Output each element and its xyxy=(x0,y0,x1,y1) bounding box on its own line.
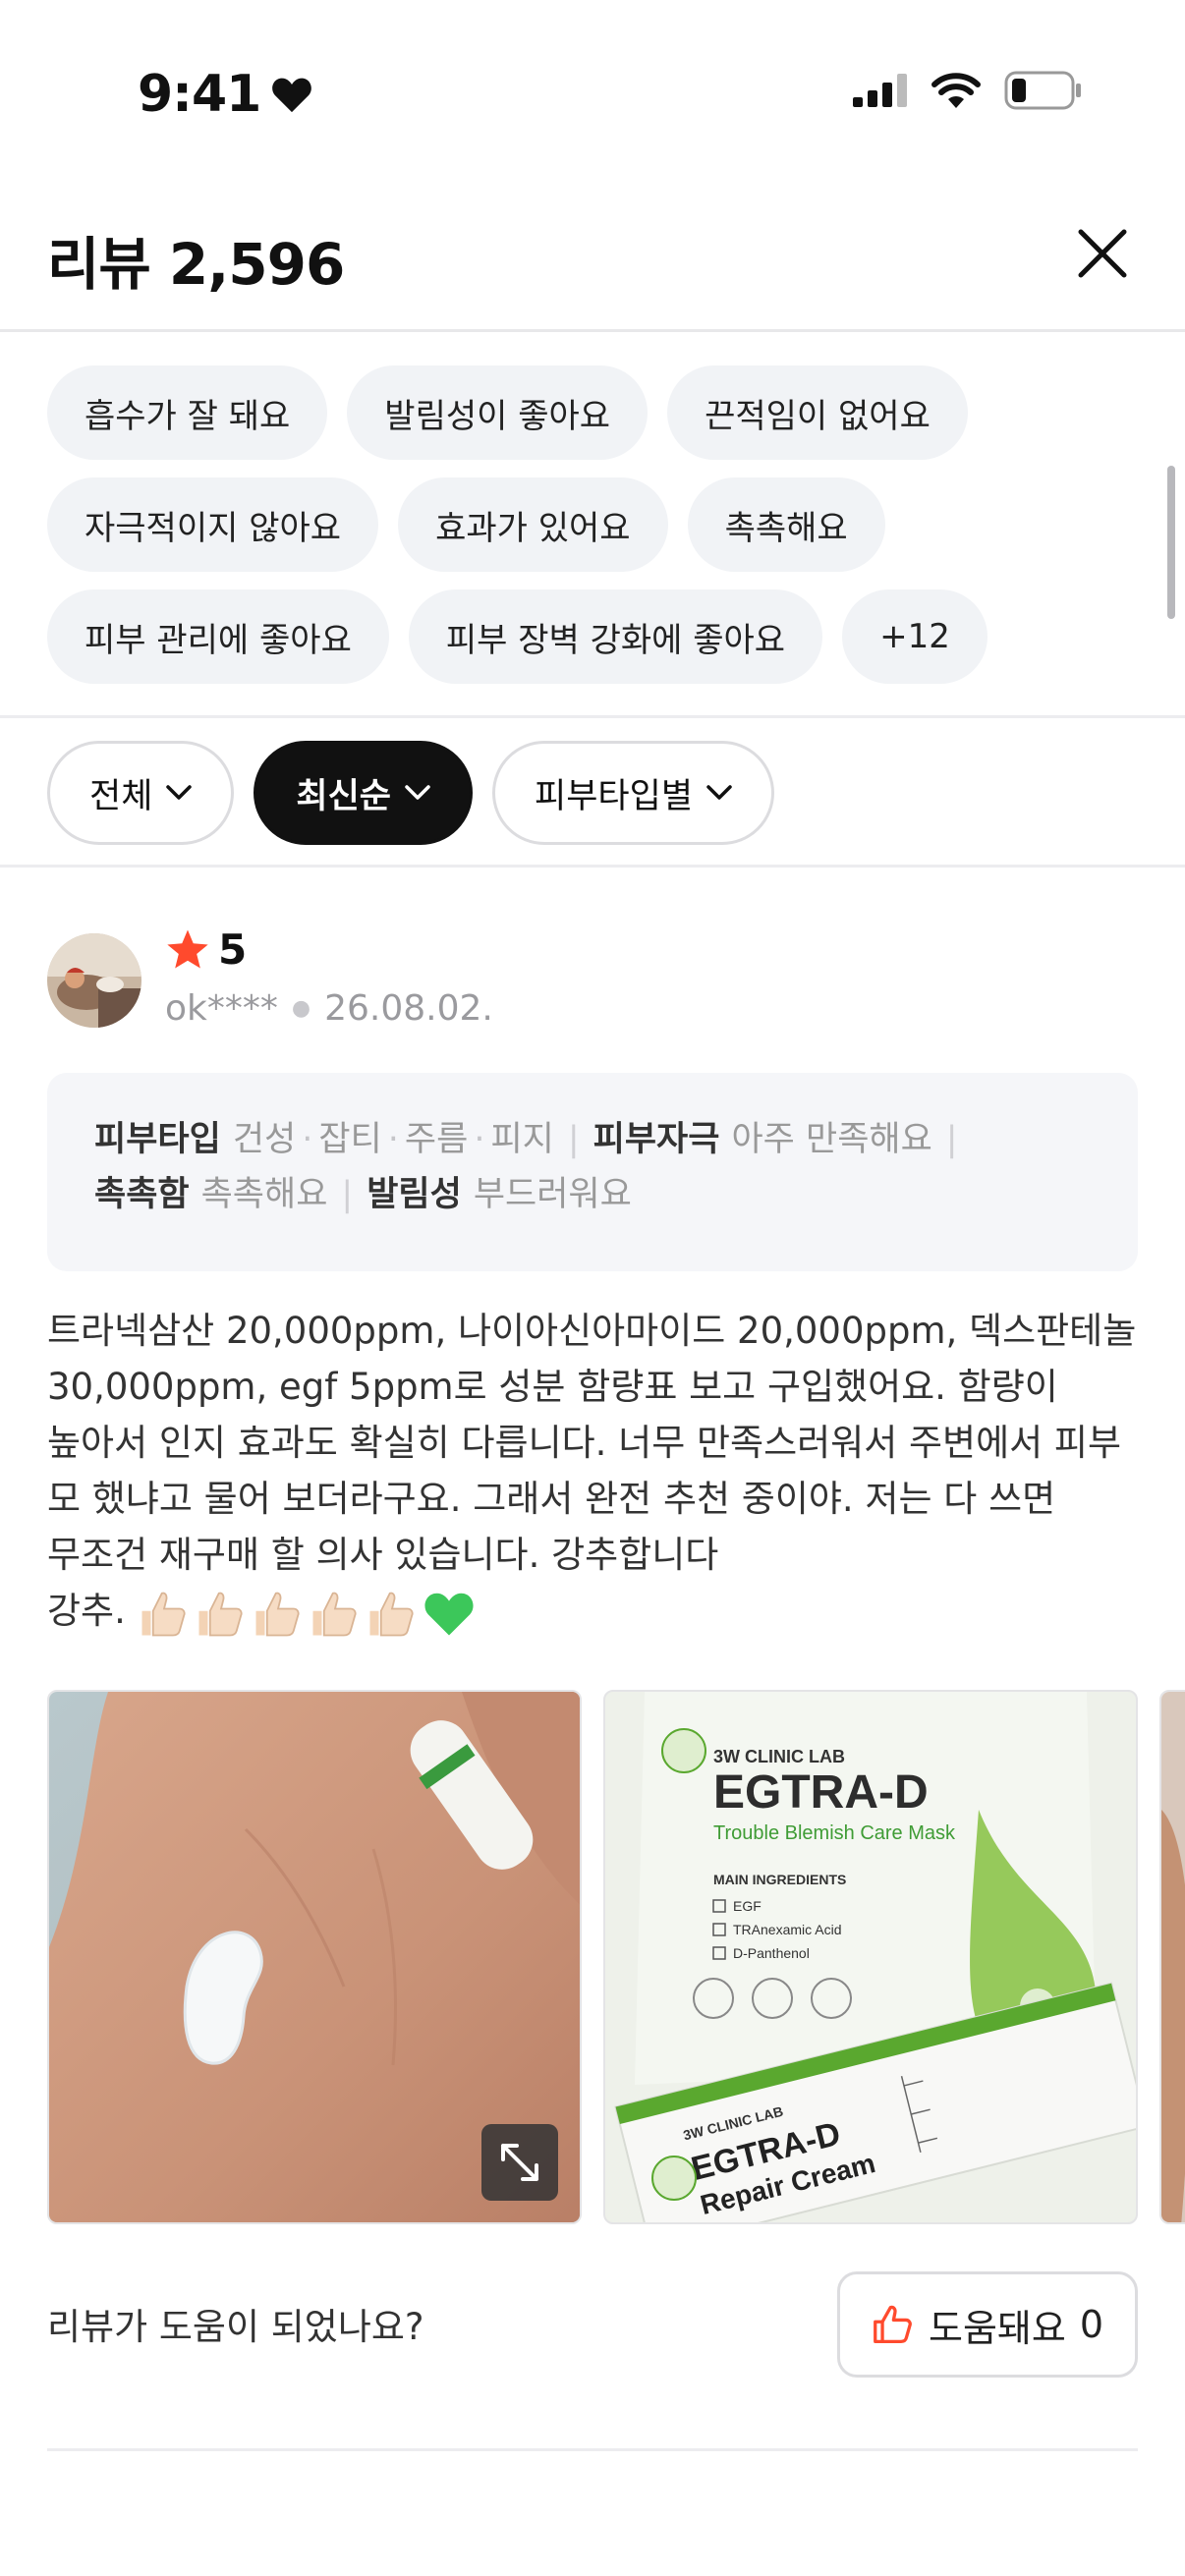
keyword-chip[interactable]: 피부 관리에 좋아요 xyxy=(47,589,389,684)
heart-icon xyxy=(272,78,312,113)
keyword-chips: 흡수가 잘 돼요 발림성이 좋아요 끈적임이 없어요 자극적이지 않아요 효과가… xyxy=(47,365,1148,684)
page-title: 리뷰 2,596 xyxy=(47,231,345,298)
review-rating: 5 xyxy=(165,925,247,974)
divider xyxy=(0,865,1185,868)
keyword-chip[interactable]: 효과가 있어요 xyxy=(398,477,668,572)
filter-bar: 전체 최신순 피부타입별 xyxy=(47,741,775,845)
thumbs-up-emoji-icon xyxy=(198,1592,243,1636)
avatar-photo xyxy=(47,933,141,1028)
filter-all-button[interactable]: 전체 xyxy=(47,741,235,845)
green-heart-emoji-icon xyxy=(424,1593,474,1635)
more-keywords-chip[interactable]: +12 xyxy=(842,589,988,684)
keyword-chip[interactable]: 자극적이지 않아요 xyxy=(47,477,379,572)
chevron-down-icon xyxy=(706,785,732,800)
header: 리뷰 2,596 xyxy=(0,196,1185,332)
reviews-screen: 9:41 리뷰 2,596 흡수가 잘 돼요 발림성이 좋아요 끈적임이 없어요… xyxy=(0,0,1185,2576)
emoji-row xyxy=(138,1589,476,1638)
review-user: ok**** xyxy=(165,988,278,1029)
svg-text:EGF: EGF xyxy=(733,1898,762,1914)
helpful-count: 0 xyxy=(1079,2303,1104,2346)
review-attributes: 피부타입 건성 · 잡티 · 주름 · 피지 | 피부자극 아주 만족해요 | 촉촉함 촉촉해요 | 발림성… xyxy=(47,1073,1138,1271)
svg-text:EGTRA-D: EGTRA-D xyxy=(713,1766,929,1819)
review-photo[interactable] xyxy=(47,1690,582,2224)
filter-skin-type-button[interactable]: 피부타입별 xyxy=(492,741,775,845)
signal-icon xyxy=(853,74,907,107)
attributes-line-1: 피부타입 건성 · 잡티 · 주름 · 피지 | 피부자극 아주 만족해요 | xyxy=(94,1120,958,1159)
helpful-button[interactable]: 도움돼요 0 xyxy=(837,2271,1138,2378)
partial-photo xyxy=(1161,1692,1185,2222)
product-photo: 3W CLINIC LAB EGTRA-D Trouble Blemish Ca… xyxy=(605,1692,1136,2222)
keyword-chip[interactable]: 흡수가 잘 돼요 xyxy=(47,365,328,460)
expand-photo-button[interactable] xyxy=(481,2124,558,2201)
status-icons xyxy=(853,71,1083,110)
battery-icon xyxy=(1004,71,1081,110)
thumbs-up-emoji-icon xyxy=(369,1592,414,1636)
svg-text:TRAnexamic Acid: TRAnexamic Acid xyxy=(733,1922,841,1937)
star-icon xyxy=(167,929,208,969)
close-icon[interactable] xyxy=(1075,226,1130,281)
avatar[interactable] xyxy=(47,933,141,1028)
thumbs-up-emoji-icon xyxy=(312,1592,357,1636)
svg-text:3W CLINIC LAB: 3W CLINIC LAB xyxy=(713,1747,845,1766)
keyword-chip[interactable]: 촉촉해요 xyxy=(687,477,885,572)
helpful-question: 리뷰가 도움이 되었나요? xyxy=(47,2306,424,2348)
expand-icon xyxy=(501,2144,538,2181)
thumbs-up-emoji-icon xyxy=(255,1592,300,1636)
chevron-down-icon xyxy=(166,785,193,800)
divider xyxy=(47,2448,1138,2451)
review-text: 트라넥삼산 20,000ppm, 나이아신아마이드 20,000ppm, 덱스판… xyxy=(47,1303,1148,1639)
svg-text:MAIN INGREDIENTS: MAIN INGREDIENTS xyxy=(713,1872,846,1887)
wifi-icon xyxy=(931,73,981,108)
svg-text:Trouble Blemish Care Mask: Trouble Blemish Care Mask xyxy=(713,1822,956,1844)
divider xyxy=(0,715,1185,718)
filter-sort-button[interactable]: 최신순 xyxy=(254,741,474,845)
review-photo[interactable] xyxy=(1159,1690,1185,2224)
review-meta: ok**** ● 26.08.02. xyxy=(165,988,493,1029)
review-photo[interactable]: 3W CLINIC LAB EGTRA-D Trouble Blemish Ca… xyxy=(603,1690,1138,2224)
meta-separator: ● xyxy=(291,996,311,1021)
thumbs-up-icon xyxy=(874,2305,912,2343)
review-date: 26.08.02. xyxy=(324,988,493,1029)
keyword-chip[interactable]: 끈적임이 없어요 xyxy=(667,365,968,460)
keyword-chip[interactable]: 피부 장벽 강화에 좋아요 xyxy=(408,589,823,684)
keyword-chip[interactable]: 발림성이 좋아요 xyxy=(347,365,649,460)
scrollbar-thumb[interactable] xyxy=(1167,466,1175,619)
thumbs-up-emoji-icon xyxy=(141,1592,186,1636)
status-bar: 9:41 xyxy=(0,0,1185,196)
chevron-down-icon xyxy=(405,785,430,800)
svg-text:D-Panthenol: D-Panthenol xyxy=(733,1945,810,1961)
status-time: 9:41 xyxy=(138,65,313,124)
attributes-line-2: 촉촉함 촉촉해요 | 발림성 부드러워요 xyxy=(94,1175,632,1214)
